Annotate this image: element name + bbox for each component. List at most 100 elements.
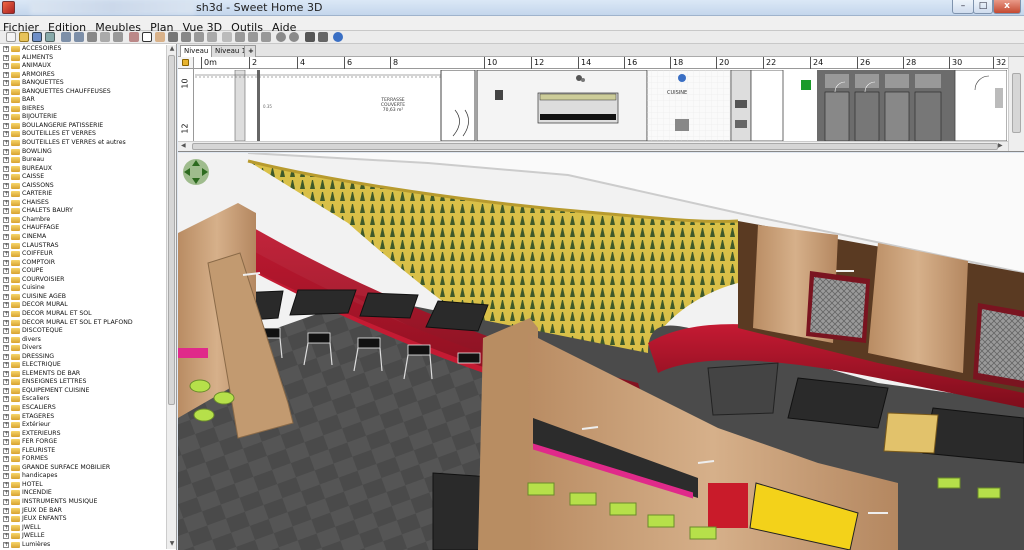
- expand-icon[interactable]: +: [3, 464, 9, 471]
- catalog-category[interactable]: + ETAGERES: [0, 413, 166, 422]
- expand-icon[interactable]: +: [3, 148, 9, 155]
- close-button[interactable]: x: [993, 0, 1021, 14]
- copy-icon[interactable]: [100, 32, 110, 42]
- catalog-category[interactable]: + BANQUETTES CHAUFFEUSES: [0, 88, 166, 97]
- expand-icon[interactable]: +: [3, 336, 9, 343]
- expand-icon[interactable]: +: [3, 80, 9, 87]
- expand-icon[interactable]: +: [3, 362, 9, 369]
- expand-icon[interactable]: +: [3, 328, 9, 335]
- expand-icon[interactable]: +: [3, 71, 9, 78]
- expand-icon[interactable]: +: [3, 88, 9, 95]
- video-icon[interactable]: [318, 32, 328, 42]
- catalog-category[interactable]: + Cuisine: [0, 284, 166, 293]
- catalog-category[interactable]: + COIFFEUR: [0, 250, 166, 259]
- catalog-category[interactable]: + CHAISES: [0, 199, 166, 208]
- text-italic-icon[interactable]: [261, 32, 271, 42]
- expand-icon[interactable]: +: [3, 46, 9, 52]
- catalog-category[interactable]: + ACCESOIRES: [0, 45, 166, 54]
- catalog-category[interactable]: + CINEMA: [0, 233, 166, 242]
- expand-icon[interactable]: +: [3, 439, 9, 446]
- expand-icon[interactable]: +: [3, 533, 9, 540]
- catalog-scrollbar[interactable]: ▲ ▼: [166, 45, 176, 549]
- expand-icon[interactable]: +: [3, 191, 9, 198]
- expand-icon[interactable]: +: [3, 396, 9, 403]
- expand-icon[interactable]: +: [3, 473, 9, 480]
- expand-icon[interactable]: +: [3, 122, 9, 129]
- expand-icon[interactable]: +: [3, 157, 9, 164]
- zoom-out-icon[interactable]: [289, 32, 299, 42]
- select-icon[interactable]: [142, 32, 152, 42]
- expand-icon[interactable]: +: [3, 430, 9, 437]
- paste-icon[interactable]: [113, 32, 123, 42]
- expand-icon[interactable]: +: [3, 353, 9, 360]
- expand-icon[interactable]: +: [3, 182, 9, 189]
- expand-icon[interactable]: +: [3, 310, 9, 317]
- minimize-button[interactable]: –: [952, 0, 974, 14]
- catalog-category[interactable]: + Escaliers: [0, 395, 166, 404]
- expand-icon[interactable]: +: [3, 285, 9, 292]
- catalog-category[interactable]: + Bureau: [0, 156, 166, 165]
- catalog-category[interactable]: + FER FORGE: [0, 438, 166, 447]
- expand-icon[interactable]: +: [3, 259, 9, 266]
- add-furniture-icon[interactable]: [129, 32, 139, 42]
- expand-icon[interactable]: +: [3, 140, 9, 147]
- expand-icon[interactable]: +: [3, 456, 9, 463]
- catalog-category[interactable]: + Extérieur: [0, 421, 166, 430]
- catalog-category[interactable]: + BAR: [0, 96, 166, 105]
- catalog-category[interactable]: + BUREAUX: [0, 165, 166, 174]
- catalog-category[interactable]: + CHALETS BAURY: [0, 207, 166, 216]
- catalog-category[interactable]: + HOTEL: [0, 481, 166, 490]
- zoom-in-icon[interactable]: [276, 32, 286, 42]
- catalog-category[interactable]: + ANIMAUX: [0, 62, 166, 71]
- plan-scroll-thumb[interactable]: [192, 143, 998, 150]
- expand-icon[interactable]: +: [3, 216, 9, 223]
- catalog-category[interactable]: + CAISSONS: [0, 182, 166, 191]
- cut-icon[interactable]: [87, 32, 97, 42]
- create-rooms-icon[interactable]: [181, 32, 191, 42]
- catalog-category[interactable]: + handicapes: [0, 472, 166, 481]
- catalog-category[interactable]: + FORMES: [0, 455, 166, 464]
- catalog-category[interactable]: + DRESSING: [0, 353, 166, 362]
- catalog-category[interactable]: + ALIMENTS: [0, 54, 166, 63]
- expand-icon[interactable]: +: [3, 516, 9, 523]
- catalog-category[interactable]: + CAISSE: [0, 173, 166, 182]
- save-icon[interactable]: [32, 32, 42, 42]
- catalog-category[interactable]: + GRANDE SURFACE MOBILIER: [0, 464, 166, 473]
- new-icon[interactable]: [6, 32, 16, 42]
- plan-vertical-scrollbar[interactable]: [1008, 57, 1024, 151]
- redo-icon[interactable]: [74, 32, 84, 42]
- expand-icon[interactable]: +: [3, 447, 9, 454]
- catalog-category[interactable]: + BOUTEILLES ET VERRES: [0, 130, 166, 139]
- expand-icon[interactable]: +: [3, 345, 9, 352]
- catalog-category[interactable]: + Chambre: [0, 216, 166, 225]
- lock-icon[interactable]: [182, 59, 189, 66]
- help-icon[interactable]: [333, 32, 343, 42]
- catalog-category[interactable]: + FLEURISTE: [0, 447, 166, 456]
- catalog-category[interactable]: + JEUX DE BAR: [0, 507, 166, 516]
- expand-icon[interactable]: +: [3, 413, 9, 420]
- expand-icon[interactable]: +: [3, 481, 9, 488]
- catalog-category[interactable]: + BIERES: [0, 105, 166, 114]
- catalog-category[interactable]: + ELECTRIQUE: [0, 361, 166, 370]
- create-polylines-icon[interactable]: [194, 32, 204, 42]
- catalog-category[interactable]: + DECOR MURAL ET SOL ET PLAFOND: [0, 319, 166, 328]
- scroll-left-icon[interactable]: ◀: [181, 142, 186, 149]
- catalog-category[interactable]: + ARMOIRES: [0, 71, 166, 80]
- catalog-category[interactable]: + EXTERIEURS: [0, 430, 166, 439]
- catalog-category[interactable]: + DISCOTEQUE: [0, 327, 166, 336]
- expand-icon[interactable]: +: [3, 422, 9, 429]
- expand-icon[interactable]: +: [3, 199, 9, 206]
- open-icon[interactable]: [19, 32, 29, 42]
- catalog-category[interactable]: + JWELL: [0, 524, 166, 533]
- expand-icon[interactable]: +: [3, 105, 9, 112]
- expand-icon[interactable]: +: [3, 242, 9, 249]
- catalog-scroll-thumb[interactable]: [168, 55, 175, 405]
- catalog-category[interactable]: + CLAUSTRAS: [0, 242, 166, 251]
- expand-icon[interactable]: +: [3, 293, 9, 300]
- catalog-category[interactable]: + COURVOISIER: [0, 276, 166, 285]
- 3d-navigation-icon[interactable]: [182, 158, 210, 186]
- undo-icon[interactable]: [61, 32, 71, 42]
- catalog-category[interactable]: + INCENDIE: [0, 489, 166, 498]
- plan-horizontal-scrollbar[interactable]: ◀ ▶: [178, 141, 1008, 151]
- catalog-category[interactable]: + COUPE: [0, 267, 166, 276]
